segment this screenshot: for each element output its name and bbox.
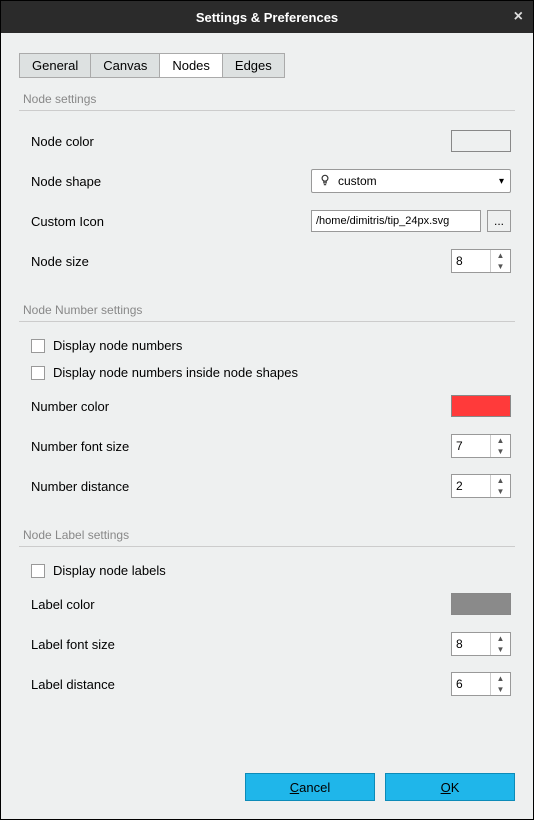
row-display-numbers: Display node numbers [19, 332, 515, 359]
number-color-label: Number color [31, 399, 451, 414]
row-label-font-size: Label font size ▲▼ [19, 624, 515, 664]
row-number-font-size: Number font size ▲▼ [19, 426, 515, 466]
row-label-color: Label color [19, 584, 515, 624]
arrow-up-icon[interactable]: ▲ [491, 435, 510, 446]
button-bar: Cancel OK [1, 759, 533, 819]
node-size-label: Node size [31, 254, 451, 269]
lightbulb-icon [318, 173, 332, 190]
arrow-up-icon[interactable]: ▲ [491, 250, 510, 261]
node-shape-value: custom [338, 174, 377, 188]
row-number-color: Number color [19, 386, 515, 426]
tab-canvas[interactable]: Canvas [90, 53, 160, 78]
number-font-size-input[interactable] [452, 435, 490, 457]
number-font-size-label: Number font size [31, 439, 451, 454]
row-custom-icon: Custom Icon ... [19, 201, 515, 241]
row-display-labels: Display node labels [19, 557, 515, 584]
label-color-label: Label color [31, 597, 451, 612]
node-color-swatch[interactable] [451, 130, 511, 152]
close-icon[interactable]: × [514, 8, 523, 26]
section-title-node-label: Node Label settings [19, 520, 515, 547]
number-distance-input[interactable] [452, 475, 490, 497]
node-size-input[interactable] [452, 250, 490, 272]
content-area: General Canvas Nodes Edges Node settings… [1, 33, 533, 759]
node-size-spinner[interactable]: ▲▼ [451, 249, 511, 273]
arrow-up-icon[interactable]: ▲ [491, 475, 510, 486]
label-font-size-spinner[interactable]: ▲▼ [451, 632, 511, 656]
ok-button[interactable]: OK [385, 773, 515, 801]
window-title: Settings & Preferences [196, 10, 338, 25]
node-color-label: Node color [31, 134, 451, 149]
arrow-down-icon[interactable]: ▼ [491, 446, 510, 457]
number-distance-spinner[interactable]: ▲▼ [451, 474, 511, 498]
node-shape-select[interactable]: custom ▾ [311, 169, 511, 193]
node-shape-label: Node shape [31, 174, 311, 189]
custom-icon-input[interactable] [311, 210, 481, 232]
number-distance-label: Number distance [31, 479, 451, 494]
arrow-up-icon[interactable]: ▲ [491, 633, 510, 644]
display-numbers-label: Display node numbers [53, 338, 182, 353]
tab-general[interactable]: General [19, 53, 91, 78]
row-node-size: Node size ▲▼ [19, 241, 515, 281]
arrow-down-icon[interactable]: ▼ [491, 486, 510, 497]
chevron-down-icon: ▾ [499, 176, 504, 187]
row-node-shape: Node shape custom ▾ [19, 161, 515, 201]
arrow-down-icon[interactable]: ▼ [491, 684, 510, 695]
row-node-color: Node color [19, 121, 515, 161]
spinner-arrows: ▲▼ [490, 250, 510, 272]
label-font-size-label: Label font size [31, 637, 451, 652]
arrow-down-icon[interactable]: ▼ [491, 261, 510, 272]
number-font-size-spinner[interactable]: ▲▼ [451, 434, 511, 458]
display-inside-checkbox[interactable] [31, 366, 45, 380]
number-color-swatch[interactable] [451, 395, 511, 417]
settings-dialog: Settings & Preferences × General Canvas … [0, 0, 534, 820]
section-title-node-number: Node Number settings [19, 295, 515, 322]
display-labels-label: Display node labels [53, 563, 166, 578]
titlebar: Settings & Preferences × [1, 1, 533, 33]
browse-button[interactable]: ... [487, 210, 511, 232]
label-distance-input[interactable] [452, 673, 490, 695]
label-distance-spinner[interactable]: ▲▼ [451, 672, 511, 696]
tab-nodes[interactable]: Nodes [159, 53, 223, 78]
label-color-swatch[interactable] [451, 593, 511, 615]
custom-icon-label: Custom Icon [31, 214, 311, 229]
display-inside-label: Display node numbers inside node shapes [53, 365, 298, 380]
arrow-down-icon[interactable]: ▼ [491, 644, 510, 655]
section-title-node-settings: Node settings [19, 84, 515, 111]
row-display-inside: Display node numbers inside node shapes [19, 359, 515, 386]
label-distance-label: Label distance [31, 677, 451, 692]
arrow-up-icon[interactable]: ▲ [491, 673, 510, 684]
tabs-bar: General Canvas Nodes Edges [19, 53, 515, 78]
display-labels-checkbox[interactable] [31, 564, 45, 578]
tab-edges[interactable]: Edges [222, 53, 285, 78]
row-label-distance: Label distance ▲▼ [19, 664, 515, 704]
label-font-size-input[interactable] [452, 633, 490, 655]
cancel-button[interactable]: Cancel [245, 773, 375, 801]
row-number-distance: Number distance ▲▼ [19, 466, 515, 506]
display-numbers-checkbox[interactable] [31, 339, 45, 353]
